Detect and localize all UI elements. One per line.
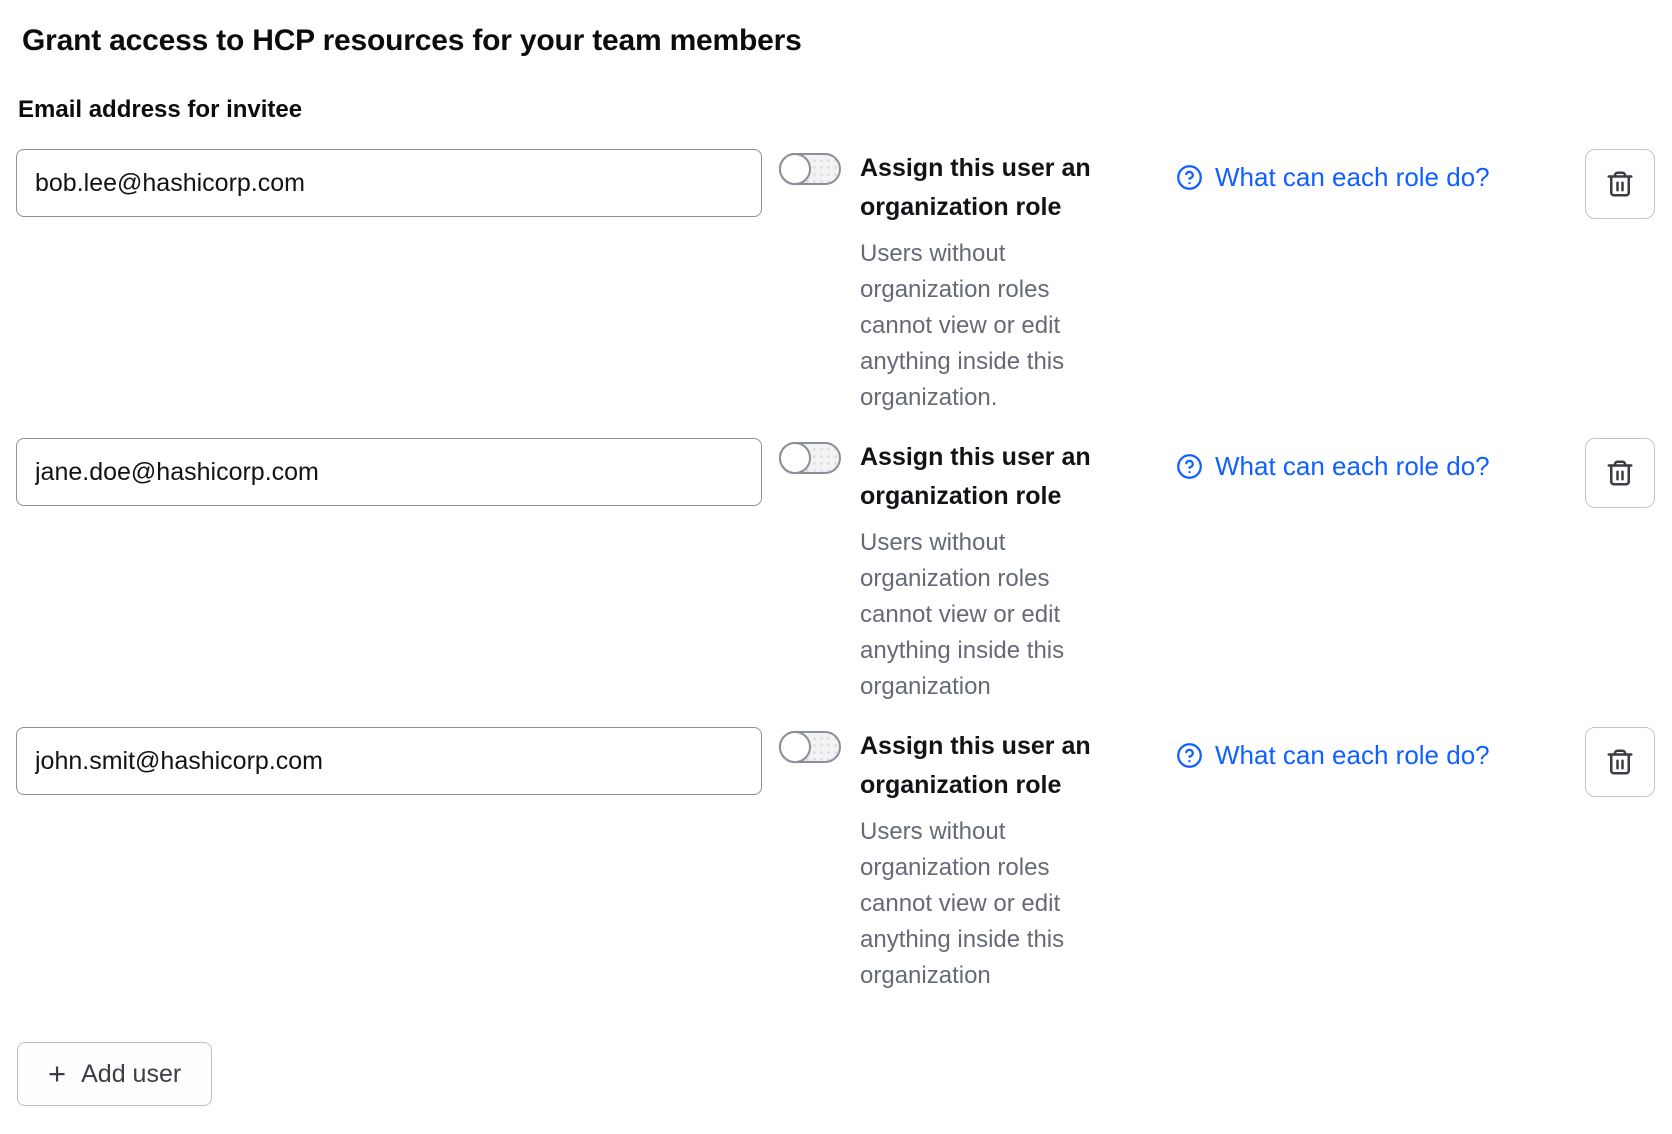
toggle-column (779, 438, 841, 474)
toggle-knob (779, 442, 811, 474)
email-address-label: Email address for invitee (18, 96, 1655, 124)
role-link-label: What can each role do? (1215, 451, 1490, 482)
trash-icon (1605, 458, 1635, 488)
what-can-each-role-do-link[interactable]: What can each role do? (1176, 451, 1490, 482)
email-input[interactable] (16, 727, 762, 795)
org-role-toggle[interactable] (779, 731, 841, 763)
delete-column (1585, 727, 1655, 797)
toggle-column (779, 149, 841, 185)
invite-row: Assign this user an organization role Us… (16, 149, 1655, 416)
assign-role-label: Assign this user an organization role (860, 149, 1125, 227)
grant-access-form: Grant access to HCP resources for your t… (0, 0, 1672, 1134)
org-role-toggle[interactable] (779, 442, 841, 474)
role-link-column: What can each role do? (1176, 727, 1548, 774)
email-column (16, 438, 762, 506)
org-role-toggle[interactable] (779, 153, 841, 185)
email-input[interactable] (16, 438, 762, 506)
email-input[interactable] (16, 149, 762, 217)
role-link-column: What can each role do? (1176, 438, 1548, 485)
assign-role-column: Assign this user an organization role Us… (860, 438, 1125, 705)
email-column (16, 149, 762, 217)
role-helper-text: Users without organization roles cannot … (860, 236, 1125, 416)
role-link-label: What can each role do? (1215, 740, 1490, 771)
what-can-each-role-do-link[interactable]: What can each role do? (1176, 740, 1490, 771)
role-link-label: What can each role do? (1215, 162, 1490, 193)
assign-role-column: Assign this user an organization role Us… (860, 727, 1125, 994)
invite-row: Assign this user an organization role Us… (16, 727, 1655, 994)
trash-icon (1605, 169, 1635, 199)
role-helper-text: Users without organization roles cannot … (860, 525, 1125, 705)
help-circle-icon[interactable] (1176, 453, 1203, 480)
assign-role-column: Assign this user an organization role Us… (860, 149, 1125, 416)
help-circle-icon[interactable] (1176, 164, 1203, 191)
toggle-column (779, 727, 841, 763)
email-column (16, 727, 762, 795)
role-helper-text: Users without organization roles cannot … (860, 814, 1125, 994)
delete-row-button[interactable] (1585, 727, 1655, 797)
trash-icon (1605, 747, 1635, 777)
assign-role-label: Assign this user an organization role (860, 438, 1125, 516)
add-user-button[interactable]: + Add user (17, 1042, 212, 1106)
page-title: Grant access to HCP resources for your t… (22, 24, 1655, 58)
invite-row: Assign this user an organization role Us… (16, 438, 1655, 705)
help-circle-icon[interactable] (1176, 742, 1203, 769)
assign-role-label: Assign this user an organization role (860, 727, 1125, 805)
add-user-label: Add user (81, 1060, 181, 1089)
delete-row-button[interactable] (1585, 149, 1655, 219)
delete-column (1585, 149, 1655, 219)
delete-row-button[interactable] (1585, 438, 1655, 508)
role-link-column: What can each role do? (1176, 149, 1548, 196)
toggle-knob (779, 731, 811, 763)
what-can-each-role-do-link[interactable]: What can each role do? (1176, 162, 1490, 193)
plus-icon: + (48, 1058, 66, 1089)
delete-column (1585, 438, 1655, 508)
toggle-knob (779, 153, 811, 185)
